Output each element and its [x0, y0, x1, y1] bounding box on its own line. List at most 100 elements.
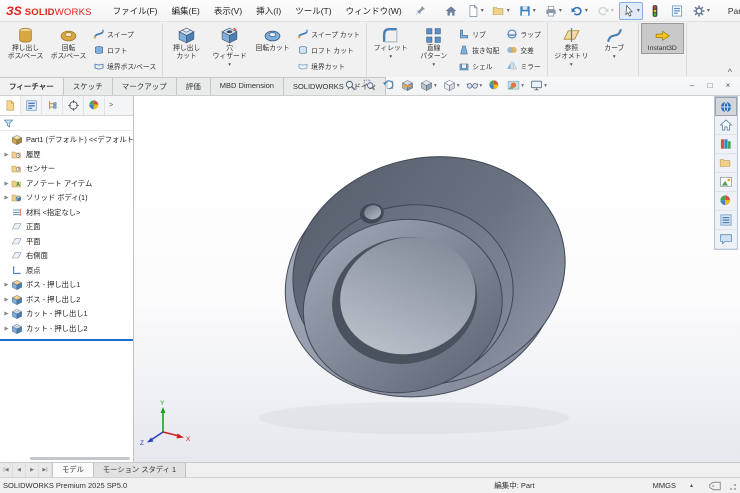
tree-item[interactable]: 正面	[0, 220, 133, 235]
extruded-cut-button[interactable]: 押し出し カット	[165, 23, 208, 62]
extruded-boss-base-button[interactable]: 押し出し ボス/ベース	[4, 23, 47, 62]
lofted-boss-base-button[interactable]: ロフト	[90, 42, 160, 58]
panel-tab-configurationmanager[interactable]	[42, 96, 63, 115]
dropdown-arrow-icon[interactable]: ▾	[585, 7, 588, 14]
tab-マークアップ[interactable]: マークアップ	[112, 77, 177, 95]
lofted-cut-button[interactable]: ロフト カット	[294, 42, 364, 58]
taskpane-custom-properties-button[interactable]	[715, 211, 737, 230]
doc-close-button[interactable]: ×	[719, 78, 737, 93]
expand-arrow-icon[interactable]: ▶	[2, 152, 11, 158]
dropdown-arrow-icon[interactable]: ▾	[507, 7, 510, 14]
hide-show-items-button[interactable]: ▾	[464, 78, 485, 93]
file-properties-button[interactable]	[667, 2, 687, 20]
resize-grip[interactable]	[727, 481, 737, 491]
zoom-to-fit-button[interactable]	[342, 78, 359, 93]
instant3d-button[interactable]: Instant3D	[641, 23, 684, 54]
taskpane-3dexperience-button[interactable]	[715, 97, 737, 116]
revolved-cut-button[interactable]: 回転カット	[251, 23, 294, 54]
taskpane-design-library-button[interactable]	[715, 135, 737, 154]
intersect-button[interactable]: 交差	[503, 42, 544, 58]
dropdown-arrow-icon[interactable]: ▾	[481, 7, 484, 14]
swept-cut-button[interactable]: スイープ カット	[294, 26, 364, 42]
tree-item[interactable]: ▶ソリッド ボディ(1)	[0, 191, 133, 206]
linear-pattern-button[interactable]: 直線 パターン▾	[412, 23, 455, 70]
tree-item[interactable]: 材料 <指定なし>	[0, 206, 133, 221]
display-style-button[interactable]: ▾	[441, 78, 462, 93]
expand-arrow-icon[interactable]: ▶	[2, 297, 11, 303]
tab-scroll-0[interactable]: |◀	[0, 463, 13, 477]
curves-button[interactable]: カーブ▾	[593, 23, 636, 62]
graphics-area[interactable]: Y X Z	[134, 96, 740, 462]
panel-tab-featuremanager[interactable]	[0, 96, 21, 115]
home-button[interactable]	[441, 2, 461, 20]
tree-filter-input[interactable]	[17, 118, 130, 129]
tree-item[interactable]: 右側面	[0, 249, 133, 264]
panel-tab-propertymanager[interactable]	[21, 96, 42, 115]
tree-item[interactable]: ▶Aアノテート アイテム	[0, 177, 133, 192]
rib-button[interactable]: リブ	[455, 26, 503, 42]
taskpane-file-explorer-button[interactable]	[715, 154, 737, 173]
draft-button[interactable]: 抜き勾配	[455, 42, 503, 58]
options-button[interactable]: ▾	[689, 2, 713, 20]
revolved-boss-base-button[interactable]: 回転 ボス/ベース	[47, 23, 90, 62]
fillet-button[interactable]: フィレット▾	[369, 23, 412, 62]
tag-icon[interactable]	[709, 481, 721, 491]
boundary-cut-button[interactable]: 境界カット	[294, 58, 364, 74]
pin-menu-icon[interactable]	[411, 3, 430, 18]
panel-horizontal-scrollbar[interactable]	[30, 457, 130, 460]
expand-arrow-icon[interactable]: ▶	[2, 282, 11, 288]
shell-button[interactable]: シェル	[455, 58, 503, 74]
tab-MBD Dimension[interactable]: MBD Dimension	[210, 77, 284, 95]
rollback-bar[interactable]	[0, 339, 133, 341]
rebuild-button[interactable]	[645, 2, 665, 20]
swept-boss-base-button[interactable]: スイープ	[90, 26, 160, 42]
dropdown-arrow-icon[interactable]: ▾	[611, 7, 614, 14]
tab-scroll-3[interactable]: ▶|	[39, 463, 52, 477]
save-button[interactable]: ▾	[515, 2, 539, 20]
tree-item[interactable]: ▶ボス - 押し出し1	[0, 278, 133, 293]
tab-scroll-2[interactable]: ▶	[26, 463, 39, 477]
dropdown-arrow-icon[interactable]: ▾	[570, 62, 573, 69]
hole-wizard-button[interactable]: 穴 ウィザード▾	[208, 23, 251, 70]
view-settings-button[interactable]: ▾	[528, 78, 549, 93]
section-view-button[interactable]	[399, 78, 416, 93]
panel-tabs-overflow[interactable]: >	[105, 96, 117, 115]
dropdown-arrow-icon[interactable]: ▾	[637, 7, 640, 14]
filter-funnel-icon[interactable]	[3, 118, 14, 129]
dropdown-arrow-icon[interactable]: ▾	[480, 83, 483, 89]
doc-restore-button[interactable]: □	[701, 78, 719, 93]
tab-scroll-1[interactable]: ◀	[13, 463, 26, 477]
zoom-to-area-button[interactable]	[361, 78, 378, 93]
tree-item[interactable]: ▶カット - 押し出し2	[0, 322, 133, 337]
tab-フィーチャー[interactable]: フィーチャー	[0, 77, 64, 95]
redo-button[interactable]: ▾	[593, 2, 617, 20]
model-canvas[interactable]: Y X Z	[134, 96, 740, 462]
taskpane-home-resources-button[interactable]	[715, 116, 737, 135]
taskpane-solidworks-forum-button[interactable]	[715, 230, 737, 249]
expand-arrow-icon[interactable]: ▶	[2, 195, 11, 201]
dropdown-arrow-icon[interactable]: ▾	[559, 7, 562, 14]
new-document-button[interactable]: ▾	[463, 2, 487, 20]
select-button[interactable]: ▾	[619, 2, 643, 20]
bottom-tab-モデル[interactable]: モデル	[53, 463, 94, 477]
dropdown-arrow-icon[interactable]: ▾	[533, 7, 536, 14]
boundary-boss-base-button[interactable]: 境界ボス/ベース	[90, 58, 160, 74]
view-orientation-button[interactable]: ▾	[418, 78, 439, 93]
menu-挿入(I)[interactable]: 挿入(I)	[249, 1, 288, 21]
menu-ツール(T)[interactable]: ツール(T)	[288, 1, 338, 21]
menu-表示(V)[interactable]: 表示(V)	[207, 1, 249, 21]
tree-item[interactable]: ▶カット - 押し出し1	[0, 307, 133, 322]
ring-flange-part[interactable]	[259, 132, 589, 434]
apply-scene-button[interactable]: ▾	[505, 78, 526, 93]
open-button[interactable]: ▾	[489, 2, 513, 20]
dropdown-arrow-icon[interactable]: ▾	[613, 54, 616, 61]
units-selector[interactable]: MMGS	[653, 481, 676, 490]
dropdown-arrow-icon[interactable]: ▾	[521, 83, 524, 89]
ribbon-collapse-icon[interactable]: ^	[728, 67, 732, 77]
reference-geometry-button[interactable]: 参照 ジオメトリ▾	[550, 23, 593, 70]
bottom-tab-モーション スタディ 1[interactable]: モーション スタディ 1	[94, 463, 186, 477]
menu-ファイル(F)[interactable]: ファイル(F)	[106, 1, 165, 21]
expand-arrow-icon[interactable]: ▶	[2, 326, 11, 332]
tree-item[interactable]: センサー	[0, 162, 133, 177]
tree-item[interactable]: ▶履歴	[0, 148, 133, 163]
